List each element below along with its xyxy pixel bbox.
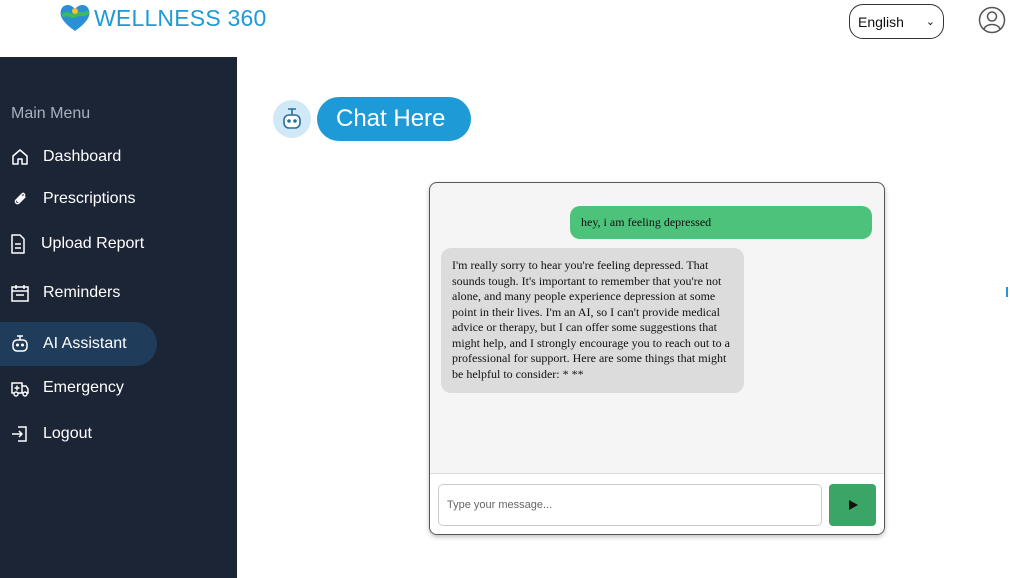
- message-input[interactable]: [438, 484, 822, 526]
- sidebar-item-prescriptions[interactable]: Prescriptions: [9, 177, 135, 221]
- sidebar-item-ai-assistant[interactable]: AI Assistant: [0, 322, 157, 366]
- sidebar-item-emergency[interactable]: Emergency: [9, 366, 124, 410]
- sidebar-item-label: AI Assistant: [43, 335, 127, 352]
- top-header: WELLNESS 360 English ⌄: [0, 0, 1010, 57]
- send-button[interactable]: [829, 484, 876, 526]
- sidebar: Main Menu Dashboard Prescriptions Upload…: [0, 57, 237, 578]
- user-profile-icon[interactable]: [978, 5, 1006, 35]
- send-icon: [848, 500, 858, 510]
- ambulance-icon: [9, 377, 31, 399]
- sidebar-item-upload-report[interactable]: Upload Report: [7, 222, 144, 266]
- sidebar-item-label: Reminders: [43, 284, 121, 301]
- assistant-message: I'm really sorry to hear you're feeling …: [441, 248, 744, 393]
- sidebar-item-dashboard[interactable]: Dashboard: [9, 135, 121, 179]
- sidebar-item-reminders[interactable]: Reminders: [9, 271, 120, 315]
- user-message: hey, i am feeling depressed: [570, 206, 872, 239]
- paperclip-icon: [9, 188, 31, 210]
- bot-avatar: [273, 100, 311, 138]
- brand-logo[interactable]: WELLNESS 360: [58, 2, 266, 34]
- sidebar-item-logout[interactable]: Logout: [9, 412, 92, 456]
- sidebar-item-label: Upload Report: [41, 235, 145, 252]
- sidebar-item-label: Logout: [43, 425, 92, 442]
- robot-icon: [283, 108, 301, 129]
- robot-icon: [9, 333, 31, 355]
- chat-window: hey, i am feeling depressed I'm really s…: [429, 182, 885, 535]
- heart-logo-icon: [60, 4, 90, 31]
- sidebar-item-label: Emergency: [43, 379, 124, 396]
- chat-here-title: Chat Here: [317, 97, 472, 141]
- chat-input-bar: [430, 473, 884, 534]
- sidebar-item-label: Prescriptions: [43, 190, 136, 207]
- language-value: English: [858, 13, 904, 30]
- logout-icon: [9, 423, 31, 445]
- document-icon: [7, 233, 29, 255]
- home-icon: [9, 146, 31, 168]
- chat-heading: Chat Here: [273, 97, 472, 141]
- scroll-indicator: [1006, 287, 1008, 297]
- calendar-icon: [9, 282, 31, 304]
- chevron-down-icon: ⌄: [925, 16, 935, 28]
- sidebar-item-label: Dashboard: [43, 148, 122, 165]
- language-select[interactable]: English ⌄: [849, 4, 944, 39]
- brand-name: WELLNESS 360: [94, 4, 267, 31]
- menu-title: Main Menu: [11, 105, 91, 122]
